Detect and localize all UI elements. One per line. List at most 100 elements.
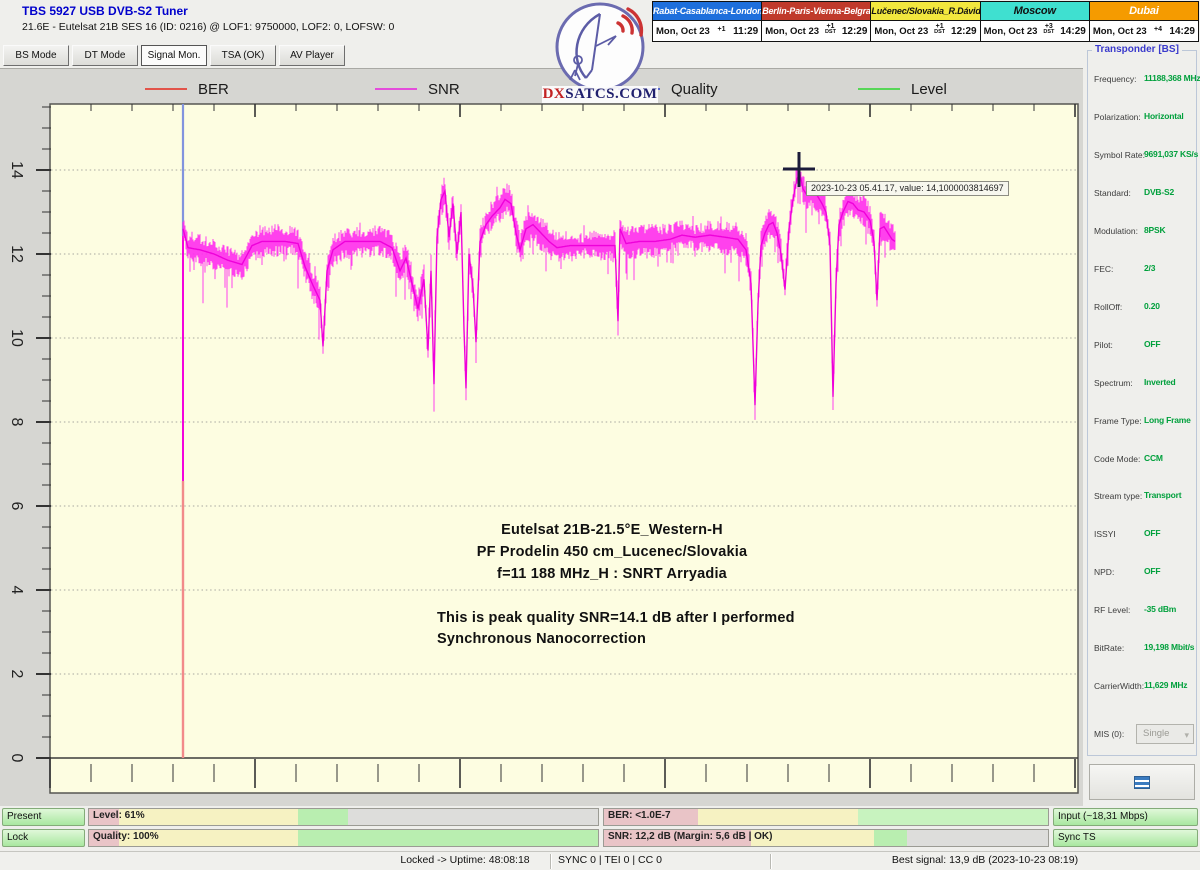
transponder-row-label: Stream type: (1094, 491, 1142, 501)
transponder-row-value: OFF (1144, 566, 1160, 576)
clock-city: Dubai (1090, 2, 1198, 21)
clock-city: Berlin-Paris-Vienna-Belgrade (762, 2, 870, 21)
snr-plot (30, 96, 1082, 803)
app-window: TBS 5927 USB DVB-S2 Tuner 21.6E - Eutels… (0, 0, 1200, 870)
annotation-line4: This is peak quality SNR=14.1 dB after I… (437, 608, 795, 629)
clock-date: Mon, Oct 23 (984, 26, 1038, 37)
transponder-row-label: RF Level: (1094, 605, 1130, 615)
progress-segment (874, 830, 908, 846)
progress-bar-label: Quality: 100% (93, 831, 159, 842)
transponder-row: Code Mode:CCM (1088, 454, 1198, 468)
list-icon (1134, 776, 1150, 789)
signal-indicator-bars: PresentLevel: 61%BER: <1.0E-7Input (~18,… (0, 808, 1200, 851)
clock-4: Dubai Mon, Oct 23 +4 14:29 (1090, 2, 1198, 41)
transponder-row: BitRate:19,198 Mbit/s (1088, 643, 1198, 657)
transponder-row-value: 11188,368 MHz (1144, 73, 1200, 83)
y-axis-tick-label: 12 (9, 239, 25, 269)
transponder-row-label: Modulation: (1094, 226, 1138, 236)
clock-time: Mon, Oct 23+1DST12:29 (871, 21, 979, 41)
clock-time-value: 12:29 (842, 26, 868, 37)
transponder-row-value: OFF (1144, 528, 1160, 538)
transponder-row-label: Pilot: (1094, 340, 1113, 350)
clock-utc-offset: +3DST (1043, 23, 1054, 36)
transponder-row: Pilot: OFF (1088, 340, 1198, 354)
transponder-row-value: Horizontal (1144, 111, 1184, 121)
legend-swatch (858, 88, 900, 90)
mis-row: MIS (0): Single ▾ (1088, 724, 1198, 746)
chevron-down-icon: ▾ (1184, 726, 1189, 744)
status-box: Present (2, 808, 85, 826)
clock-time: Mon, Oct 23+3DST14:29 (981, 21, 1089, 41)
y-axis-tick-label: 14 (9, 155, 25, 185)
clock-city: Rabat-Casablanca-London (653, 2, 761, 21)
transponder-row-value: 8PSK (1144, 225, 1165, 235)
clock-date: Mon, Oct 23 (765, 26, 819, 37)
status-bar: Locked -> Uptime: 48:08:18 SYNC 0 | TEI … (0, 851, 1200, 870)
progress-segment (348, 809, 598, 825)
clock-utc-offset: +1DST (934, 23, 945, 36)
chart-annotation-note: This is peak quality SNR=14.1 dB after I… (437, 608, 795, 650)
y-axis-tick-label: 2 (9, 659, 25, 689)
offset-value: +1 (718, 26, 726, 33)
dst-flag: DST (1043, 30, 1054, 36)
annotation-line2: PF Prodelin 450 cm_Lucenec/Slovakia (332, 541, 892, 563)
clock-1: Berlin-Paris-Vienna-BelgradeMon, Oct 23+… (762, 2, 871, 41)
signal-row: PresentLevel: 61%BER: <1.0E-7Input (~18,… (0, 808, 1200, 826)
progress-bar-label: BER: <1.0E-7 (608, 810, 671, 821)
legend-label: BER (198, 81, 229, 98)
progress-bar: Level: 61% (88, 808, 599, 826)
transponder-row-value: DVB-S2 (1144, 187, 1174, 197)
tab-av-player[interactable]: AV Player (279, 45, 345, 66)
clock-2: Lučenec/Slovakia_R.DávidMon, Oct 23+1DST… (871, 2, 980, 41)
tab-dt-mode[interactable]: DT Mode (72, 45, 138, 66)
status-box: Lock (2, 829, 85, 847)
clock-3: MoscowMon, Oct 23+3DST14:29 (981, 2, 1090, 41)
dst-flag: DST (934, 30, 945, 36)
peak-value-tooltip: 2023-10-23 05.41.17, value: 14,100000381… (806, 181, 1009, 196)
signal-chart-panel: BERSNRQualityLevel 02468101214 Eutelsat … (0, 68, 1083, 806)
transponder-row-value: Transport (1144, 490, 1181, 500)
clock-utc-offset: +4 (1154, 26, 1162, 33)
transponder-row: NPD: OFF (1088, 567, 1198, 581)
transponder-row: Polarization:Horizontal (1088, 112, 1198, 126)
transponder-row-label: Symbol Rate: (1094, 150, 1145, 160)
progress-bar: SNR: 12,2 dB (Margin: 5,6 dB | OK) (603, 829, 1049, 847)
clock-date: Mon, Oct 23 (656, 26, 710, 37)
clock-time: Mon, Oct 23+1DST12:29 (762, 21, 870, 41)
dst-flag: DST (825, 30, 836, 36)
logo-wordmark: DXSATCS.COM (542, 86, 658, 103)
transponder-list-button[interactable] (1089, 764, 1195, 800)
clock-time-value: 14:29 (1169, 26, 1195, 37)
progress-segment (858, 809, 1048, 825)
transponder-row-value: 0.20 (1144, 301, 1160, 311)
transponder-row-label: Spectrum: (1094, 378, 1133, 388)
mis-selected-value: Single (1143, 728, 1169, 739)
tab-tsa-ok-[interactable]: TSA (OK) (210, 45, 276, 66)
chart-annotation-header: Eutelsat 21B-21.5°E_Western-H PF Prodeli… (332, 519, 892, 585)
transponder-row-label: NPD: (1094, 567, 1114, 577)
transponder-row: Stream type:Transport (1088, 491, 1198, 505)
tab-bs-mode[interactable]: BS Mode (3, 45, 69, 66)
status-divider (550, 854, 552, 869)
tab-signal-mon-[interactable]: Signal Mon. (141, 45, 207, 66)
mis-select[interactable]: Single ▾ (1136, 724, 1194, 744)
transponder-row: RF Level:-35 dBm (1088, 605, 1198, 619)
transponder-row: CarrierWidth:11,629 MHz (1088, 681, 1198, 695)
transponder-row-label: Code Mode: (1094, 454, 1140, 464)
world-clocks: Rabat-Casablanca-LondonMon, Oct 23+111:2… (652, 1, 1199, 42)
annotation-line5: Synchronous Nanocorrection (437, 629, 795, 650)
transponder-row-value: 19,198 Mbit/s (1144, 642, 1194, 652)
annotation-line3: f=11 188 MHz_H : SNRT Arryadia (332, 563, 892, 585)
transponder-row: Frame Type:Long Frame (1088, 416, 1198, 430)
signal-row: Lock Quality: 100% SNR: 12,2 dB (Margin: 5… (0, 829, 1200, 847)
clock-date: Mon, Oct 23 (1093, 26, 1147, 37)
legend-label: Quality (671, 81, 718, 98)
clock-0: Rabat-Casablanca-LondonMon, Oct 23+111:2… (653, 2, 762, 41)
transponder-row-value: OFF (1144, 339, 1160, 349)
transponder-row: ISSYIOFF (1088, 529, 1198, 543)
transponder-title: Transponder [BS] (1092, 44, 1182, 55)
tuner-subtitle: 21.6E - Eutelsat 21B SES 16 (ID: 0216) @… (22, 21, 394, 33)
transponder-row: Standard:DVB-S2 (1088, 188, 1198, 202)
transponder-row-value: 2/3 (1144, 263, 1155, 273)
transponder-row-label: CarrierWidth: (1094, 681, 1144, 691)
